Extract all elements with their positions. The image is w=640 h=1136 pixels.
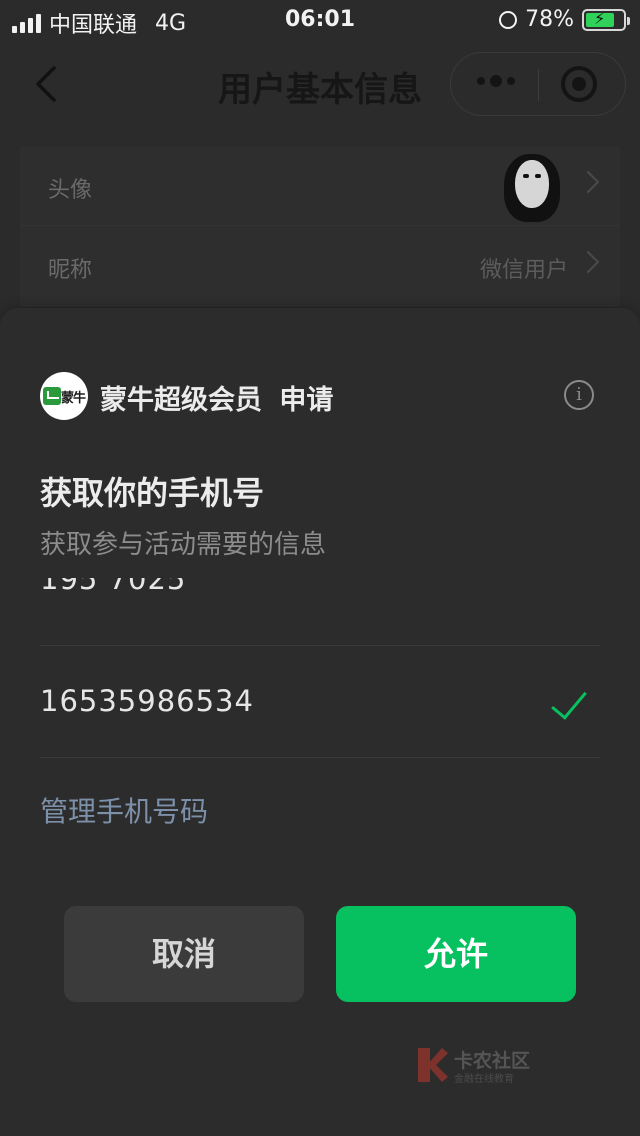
more-button[interactable] — [477, 75, 515, 87]
avatar-face — [515, 160, 549, 208]
nickname-value: 微信用户 — [479, 258, 568, 283]
phone-number: 16535986534 — [40, 684, 254, 718]
dot-icon — [507, 77, 515, 85]
phone-number-list[interactable]: 195 7025 16535986534 — [40, 578, 600, 758]
phone-number: 195 7025 — [40, 578, 187, 596]
app-name: 蒙牛超级会员 — [100, 385, 262, 416]
chevron-right-icon — [576, 170, 600, 194]
rotation-lock-icon — [499, 10, 518, 29]
logo-text: 蒙牛 — [61, 391, 86, 406]
nickname-row[interactable]: 昵称 微信用户 — [20, 226, 620, 306]
avatar-label: 头像 — [48, 178, 93, 203]
phone-auth-sheet: 蒙牛 蒙牛超级会员 申请 i 获取你的手机号 获取参与活动需要的信息 195 7… — [0, 308, 640, 1136]
capsule-divider — [538, 69, 539, 101]
logo-mark-icon — [43, 387, 61, 405]
dot-icon — [490, 75, 502, 87]
phone-option[interactable]: 195 7025 — [40, 578, 600, 646]
nickname-label: 昵称 — [48, 258, 93, 283]
battery-icon: ⚡ — [582, 8, 630, 31]
status-bar: 中国联通 4G 06:01 78% ⚡ — [0, 0, 640, 40]
watermark-subtext: 金融在线教育 — [454, 1074, 514, 1085]
watermark-logo-icon — [418, 1048, 448, 1082]
sheet-subtitle: 获取参与活动需要的信息 — [40, 530, 327, 560]
avatar — [504, 154, 560, 222]
navigation-bar: 用户基本信息 — [0, 40, 640, 128]
avatar-eye — [535, 174, 541, 178]
app-request-line: 蒙牛超级会员 申请 — [100, 378, 333, 417]
manage-phone-link[interactable]: 管理手机号码 — [40, 790, 208, 830]
avatar-eye — [523, 174, 529, 178]
app-logo: 蒙牛 — [40, 372, 88, 420]
sheet-title: 获取你的手机号 — [40, 474, 265, 512]
close-target-button[interactable] — [561, 66, 597, 102]
profile-list: 头像 昵称 微信用户 — [20, 146, 620, 306]
cancel-button[interactable]: 取消 — [64, 906, 304, 1002]
watermark-text: 卡农社区 — [454, 1050, 531, 1072]
battery-percent: 78% — [525, 7, 574, 32]
avatar-row[interactable]: 头像 — [20, 146, 620, 226]
dot-icon — [477, 77, 485, 85]
watermark: 卡农社区 金融在线教育 — [418, 1044, 578, 1085]
charging-bolt-icon: ⚡ — [594, 8, 606, 28]
chevron-right-icon — [576, 250, 600, 274]
checkmark-icon — [551, 682, 587, 720]
info-icon[interactable]: i — [564, 380, 594, 410]
request-action: 申请 — [279, 385, 334, 416]
phone-option-selected[interactable]: 16535986534 — [40, 646, 600, 758]
allow-button[interactable]: 允许 — [336, 906, 576, 1002]
status-right: 78% ⚡ — [499, 7, 630, 32]
mini-program-capsule — [450, 52, 626, 116]
